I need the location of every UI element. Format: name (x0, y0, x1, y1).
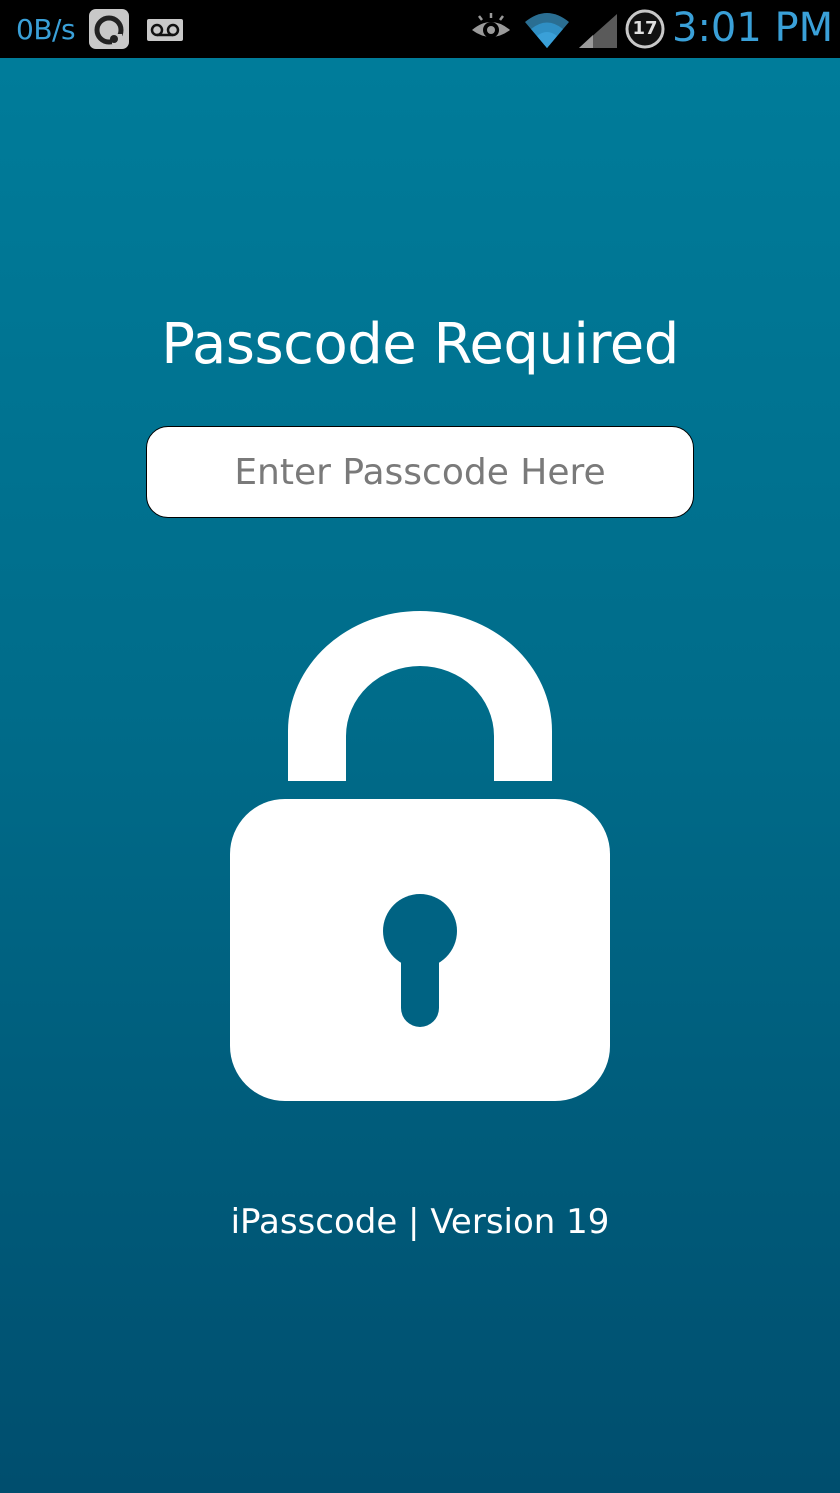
clock: 3:01 PM (672, 5, 834, 51)
status-bar: 0B/s 17 3:01 PM (0, 0, 840, 58)
app-notification-icon (89, 9, 129, 49)
lock-icon (230, 611, 610, 1101)
signal-icon (579, 14, 617, 48)
wifi-icon (525, 13, 569, 48)
page-title: Passcode Required (161, 312, 679, 377)
eye-icon (472, 13, 510, 38)
passcode-screen: Passcode Required iPasscode | Version 19 (0, 58, 840, 1493)
battery-level: 17 (632, 18, 658, 39)
voicemail-icon (147, 19, 183, 41)
app-version-label: iPasscode | Version 19 (230, 1202, 610, 1242)
passcode-input[interactable] (146, 426, 694, 518)
network-speed: 0B/s (16, 13, 76, 46)
